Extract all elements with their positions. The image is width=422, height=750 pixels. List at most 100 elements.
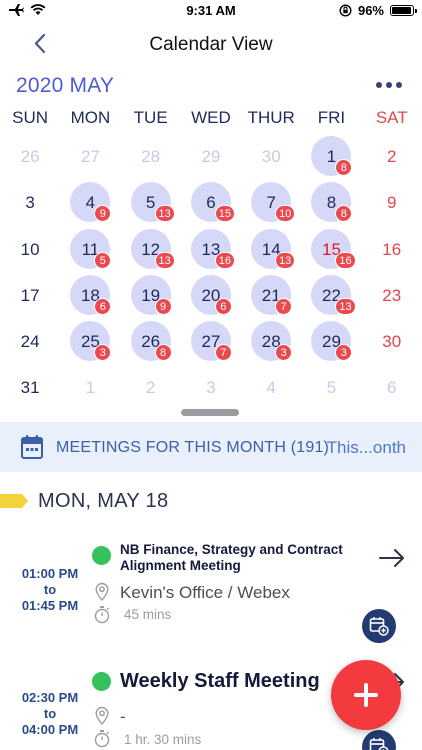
day-number: 25 <box>80 332 100 352</box>
day-number: 5 <box>326 378 337 398</box>
day-cell[interactable]: 6 <box>362 363 422 409</box>
more-dots-icon[interactable] <box>374 72 404 98</box>
drag-handle[interactable] <box>181 409 239 416</box>
day-cell[interactable]: 10 <box>0 225 60 271</box>
week-row: 10 11 5 12 13 13 16 14 13 15 16 16 <box>0 225 422 271</box>
day-number: 27 <box>80 147 100 166</box>
day-number: 1 <box>326 147 337 166</box>
day-cell[interactable]: 15 16 <box>301 225 361 271</box>
day-number: 30 <box>382 332 402 352</box>
meeting-count-badge: 6 <box>94 297 112 315</box>
day-cell[interactable]: 12 13 <box>121 225 181 271</box>
add-to-calendar-button[interactable] <box>362 730 396 750</box>
day-cell[interactable]: 22 13 <box>301 271 361 317</box>
day-number: 21 <box>261 285 281 305</box>
battery-percent: 96% <box>357 3 384 18</box>
day-cell[interactable]: 14 13 <box>241 225 301 271</box>
orientation-lock-icon <box>339 4 352 17</box>
day-number: 29 <box>322 332 341 352</box>
day-cell[interactable]: 7 10 <box>241 178 301 224</box>
arrow-right-icon[interactable] <box>378 548 406 568</box>
day-number: 8 <box>326 193 337 213</box>
weekday-header: SUN MON TUE WED THUR FRI SAT <box>0 108 422 132</box>
day-cell[interactable]: 2 <box>362 132 422 178</box>
event-card[interactable]: 01:00 PM to 01:45 PM NB Finance, Strateg… <box>0 538 422 648</box>
event-location: Kevin's Office / Webex <box>120 583 290 602</box>
day-cell[interactable]: 9 <box>362 178 422 224</box>
day-cell[interactable]: 27 <box>60 132 120 178</box>
timer-icon <box>94 730 110 748</box>
meeting-count-badge: 8 <box>335 205 353 223</box>
day-number: 3 <box>25 193 35 213</box>
meetings-banner: MEETINGS FOR THIS MONTH (191) This...ont… <box>0 422 422 472</box>
day-cell[interactable]: 17 <box>0 271 60 317</box>
add-to-calendar-button[interactable] <box>362 609 396 643</box>
meeting-count-badge: 5 <box>94 251 112 269</box>
day-cell[interactable]: 4 <box>241 363 301 409</box>
calendar-add-icon <box>369 617 389 636</box>
selected-date-title: MON, MAY 18 <box>38 490 169 512</box>
day-cell[interactable]: 30 <box>362 317 422 363</box>
day-cell[interactable]: 28 3 <box>241 317 301 363</box>
day-cell[interactable]: 16 <box>362 225 422 271</box>
day-cell[interactable]: 11 5 <box>60 225 120 271</box>
day-cell[interactable]: 27 7 <box>181 317 241 363</box>
status-dot-icon <box>92 546 111 565</box>
month-title[interactable]: 2020 MAY <box>16 74 114 98</box>
day-cell[interactable]: 6 15 <box>181 178 241 224</box>
day-cell[interactable]: 28 <box>121 132 181 178</box>
day-cell[interactable]: 18 6 <box>60 271 120 317</box>
day-cell[interactable]: 26 <box>0 132 60 178</box>
day-cell[interactable]: 13 16 <box>181 225 241 271</box>
day-cell[interactable]: 29 3 <box>301 317 361 363</box>
day-cell[interactable]: 88 <box>301 178 361 224</box>
day-cell[interactable]: 31 <box>0 363 60 409</box>
battery-level <box>392 7 412 14</box>
day-cell[interactable]: 25 3 <box>60 317 120 363</box>
add-meeting-fab[interactable] <box>331 660 401 730</box>
calendar-add-icon <box>369 738 389 750</box>
day-number: 10 <box>20 239 40 259</box>
day-number: 6 <box>386 378 397 398</box>
meeting-count-badge: 3 <box>335 344 353 362</box>
meeting-count-badge: 16 <box>335 251 356 269</box>
day-cell[interactable]: 3 <box>181 363 241 409</box>
navigation-bar: Calendar View <box>0 22 422 66</box>
battery-icon <box>390 5 417 16</box>
meeting-count-badge: 9 <box>94 205 112 223</box>
day-cell[interactable]: 18 <box>301 132 361 178</box>
day-cell[interactable]: 26 8 <box>121 317 181 363</box>
event-end-time: 04:00 PM <box>21 722 79 737</box>
date-tag-icon <box>0 494 28 508</box>
day-cell[interactable]: 30 <box>241 132 301 178</box>
event-end-time: 01:45 PM <box>21 598 79 613</box>
day-number: 2 <box>386 147 397 166</box>
day-number: 17 <box>20 285 40 305</box>
day-cell[interactable]: 5 13 <box>121 178 181 224</box>
day-cell[interactable]: 20 6 <box>181 271 241 317</box>
meeting-count-badge: 16 <box>214 251 236 269</box>
meeting-count-badge: 13 <box>154 205 175 223</box>
calendar-icon <box>21 435 43 459</box>
event-start-time: 02:30 PM <box>21 690 79 705</box>
week-row: 24 25 3 26 8 27 7 28 3 29 3 30 <box>0 317 422 363</box>
day-cell[interactable]: 23 <box>362 271 422 317</box>
day-number: 28 <box>141 147 161 166</box>
meeting-count-badge: 8 <box>154 344 172 362</box>
event-duration: 45 mins <box>124 607 172 622</box>
meeting-count-badge: 6 <box>214 297 232 315</box>
day-cell[interactable]: 2 <box>121 363 181 409</box>
event-duration: 1 hr. 30 mins <box>124 732 202 747</box>
event-time: 01:00 PM to 01:45 PM <box>8 566 92 614</box>
day-cell[interactable]: 24 <box>0 317 60 363</box>
day-cell[interactable]: 5 <box>301 363 361 409</box>
day-cell[interactable]: 19 9 <box>121 271 181 317</box>
day-cell[interactable]: 49 <box>60 178 120 224</box>
location-pin-icon <box>95 582 109 602</box>
day-cell[interactable]: 21 7 <box>241 271 301 317</box>
month-filter-button[interactable]: This...onth <box>327 438 406 458</box>
day-cell[interactable]: 1 <box>60 363 120 409</box>
day-cell[interactable]: 29 <box>181 132 241 178</box>
weekday-label: MON <box>70 108 111 127</box>
day-cell[interactable]: 3 <box>0 178 60 224</box>
